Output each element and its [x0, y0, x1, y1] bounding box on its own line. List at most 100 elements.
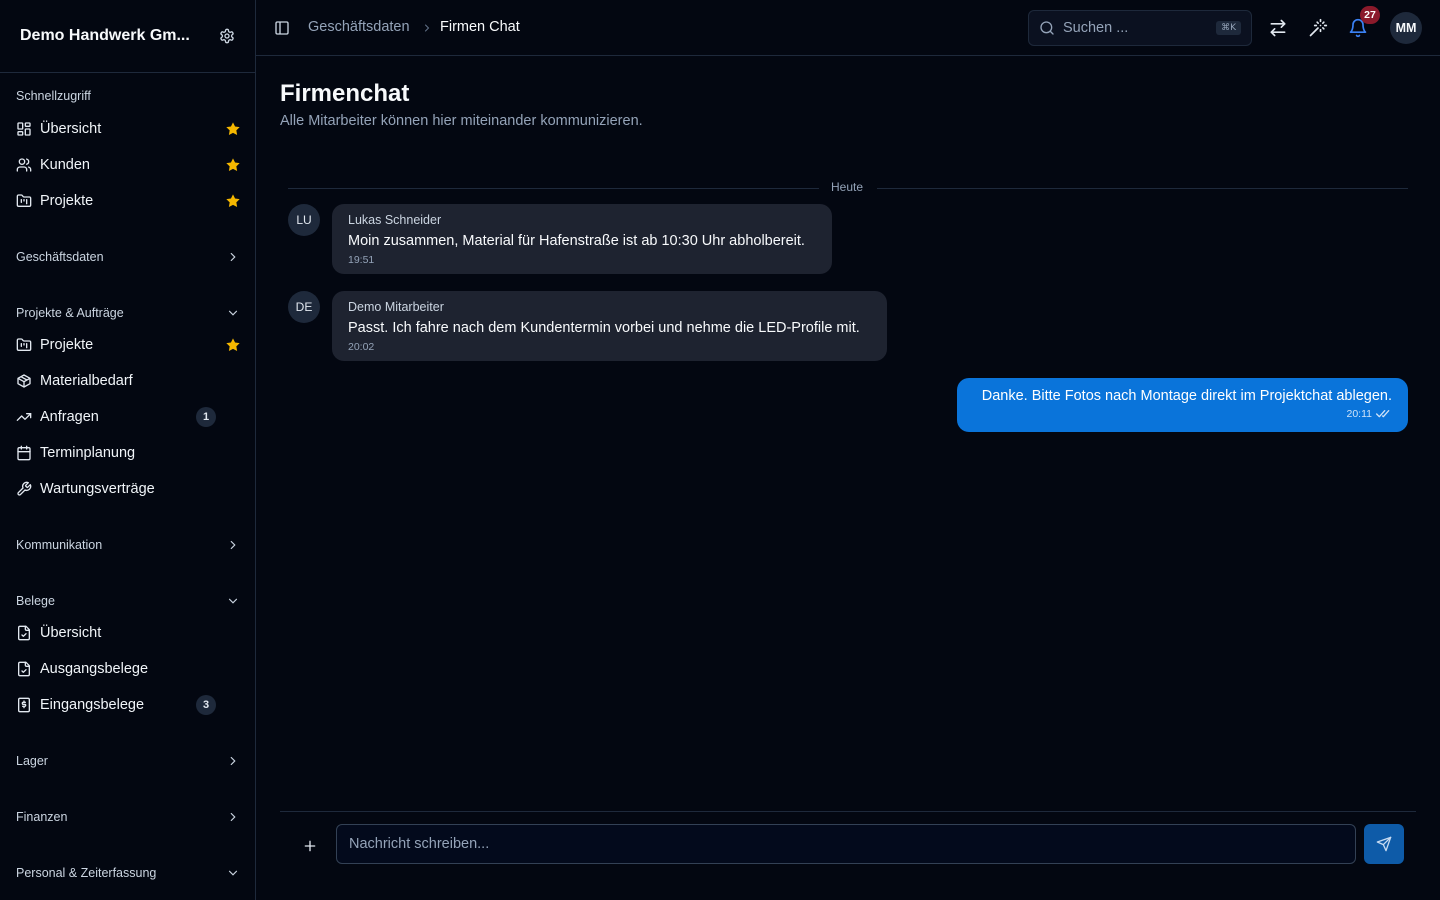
chevron-right-icon	[421, 22, 433, 34]
star-icon[interactable]	[225, 193, 241, 209]
group-projekte-auftraege[interactable]: Projekte & Aufträge	[16, 303, 240, 323]
star-icon[interactable]	[225, 337, 241, 353]
group-label: Belege	[16, 594, 55, 608]
settings-gear-icon[interactable]	[219, 28, 235, 44]
message-bubble: Lukas Schneider Moin zusammen, Material …	[332, 204, 832, 274]
message-text: Moin zusammen, Material für Hafenstraße …	[348, 233, 805, 249]
chevron-right-icon	[226, 538, 240, 552]
sidebar-item-label: Terminplanung	[40, 445, 136, 461]
sidebar-item-label: Eingangsbelege	[40, 697, 145, 713]
plus-icon[interactable]	[302, 838, 318, 854]
message-input[interactable]	[336, 824, 1356, 864]
sparkles-icon[interactable]	[1308, 18, 1328, 38]
search-placeholder: Suchen ...	[1063, 20, 1129, 36]
message-avatar: DE	[288, 291, 320, 323]
chevron-down-icon	[226, 866, 240, 880]
day-separator-label: Heute	[831, 180, 864, 194]
sidebar-item-label: Projekte	[40, 193, 94, 209]
count-badge: 1	[196, 407, 216, 427]
sidebar-item-materialbedarf[interactable]: Materialbedarf	[16, 367, 242, 395]
count-badge: 3	[196, 695, 216, 715]
sidebar-item-kunden[interactable]: Kunden	[16, 151, 242, 179]
chevron-down-icon	[226, 594, 240, 608]
sidebar-item-eingangsbelege[interactable]: Eingangsbelege 3	[16, 691, 242, 719]
message-author: Lukas Schneider	[348, 213, 442, 227]
company-name[interactable]: Demo Handwerk Gm...	[20, 27, 190, 45]
dashboard-icon	[16, 121, 32, 137]
message-text: Danke. Bitte Fotos nach Montage direkt i…	[981, 388, 1392, 404]
sidebar-item-projekte-quick[interactable]: Projekte	[16, 187, 242, 215]
receipt-dollar-icon	[16, 697, 32, 713]
group-personal-zeiterfassung[interactable]: Personal & Zeiterfassung	[16, 863, 240, 883]
message-avatar: LU	[288, 204, 320, 236]
divider	[288, 188, 819, 189]
group-lager[interactable]: Lager	[16, 751, 240, 771]
sidebar-header: Demo Handwerk Gm...	[0, 0, 255, 73]
breadcrumb-parent[interactable]: Geschäftsdaten	[308, 19, 410, 35]
message-meta: 20:11	[973, 408, 1392, 420]
file-check-icon	[16, 625, 32, 641]
sidebar-item-anfragen[interactable]: Anfragen 1	[16, 403, 242, 431]
message-bubble: Demo Mitarbeiter Passt. Ich fahre nach d…	[332, 291, 887, 361]
sidebar-item-label: Ausgangsbelege	[40, 661, 149, 677]
notification-badge: 27	[1360, 6, 1380, 24]
double-check-icon	[1376, 408, 1392, 420]
file-output-icon	[16, 661, 32, 677]
message-time: 20:11	[1346, 408, 1373, 420]
search-icon	[1039, 20, 1055, 36]
package-icon	[16, 373, 32, 389]
sidebar-item-terminplanung[interactable]: Terminplanung	[16, 439, 242, 467]
calendar-icon	[16, 445, 32, 461]
chevron-right-icon	[226, 250, 240, 264]
trending-up-icon	[16, 409, 32, 425]
sidebar-item-label: Übersicht	[40, 625, 102, 641]
message-time: 19:51	[348, 254, 375, 266]
search-shortcut: ⌘K	[1216, 21, 1241, 35]
sidebar-item-label: Wartungsverträge	[40, 481, 155, 497]
user-avatar[interactable]: MM	[1390, 12, 1422, 44]
sidebar-item-label: Übersicht	[40, 121, 102, 137]
group-belege[interactable]: Belege	[16, 591, 240, 611]
wrench-icon	[16, 481, 32, 497]
sidebar-item-wartungsvertraege[interactable]: Wartungsverträge	[16, 475, 242, 503]
users-icon	[16, 157, 32, 173]
group-kommunikation[interactable]: Kommunikation	[16, 535, 240, 555]
sidebar-item-uebersicht-quick[interactable]: Übersicht	[16, 115, 242, 143]
star-icon[interactable]	[225, 157, 241, 173]
sidebar-item-projekte[interactable]: Projekte	[16, 331, 242, 359]
group-geschaeftsdaten[interactable]: Geschäftsdaten	[16, 247, 240, 267]
group-label: Projekte & Aufträge	[16, 306, 124, 320]
chevron-right-icon	[226, 810, 240, 824]
group-label: Lager	[16, 754, 48, 768]
message-time: 20:02	[348, 341, 375, 353]
sidebar-item-label: Anfragen	[40, 409, 99, 425]
message-author: Demo Mitarbeiter	[348, 300, 444, 314]
search-box[interactable]: Suchen ... ⌘K	[1028, 10, 1252, 46]
divider	[877, 188, 1408, 189]
sidebar-item-belege-uebersicht[interactable]: Übersicht	[16, 619, 242, 647]
own-message-bubble: Danke. Bitte Fotos nach Montage direkt i…	[957, 378, 1408, 432]
sidebar-item-label: Materialbedarf	[40, 373, 133, 389]
group-label-schnellzugriff: Schnellzugriff	[16, 89, 91, 103]
sidebar-item-label: Projekte	[40, 337, 94, 353]
sidebar-toggle-icon[interactable]	[274, 20, 290, 36]
sidebar: Demo Handwerk Gm... Schnellzugriff Übers…	[0, 0, 256, 900]
send-icon	[1376, 836, 1392, 852]
folder-kanban-icon	[16, 193, 32, 209]
divider	[280, 811, 1416, 812]
switch-arrows-icon[interactable]	[1268, 18, 1288, 38]
send-button[interactable]	[1364, 824, 1404, 864]
chevron-right-icon	[226, 754, 240, 768]
breadcrumb-current: Firmen Chat	[440, 19, 520, 35]
group-label: Finanzen	[16, 810, 68, 824]
group-finanzen[interactable]: Finanzen	[16, 807, 240, 827]
sidebar-item-label: Kunden	[40, 157, 90, 173]
page-title: Firmenchat	[280, 80, 410, 107]
sidebar-item-ausgangsbelege[interactable]: Ausgangsbelege	[16, 655, 242, 683]
page-subtitle: Alle Mitarbeiter können hier miteinander…	[280, 113, 643, 129]
star-icon[interactable]	[225, 121, 241, 137]
group-label: Personal & Zeiterfassung	[16, 866, 157, 880]
group-label: Kommunikation	[16, 538, 103, 552]
message-text: Passt. Ich fahre nach dem Kundentermin v…	[348, 320, 860, 336]
topbar: Geschäftsdaten Firmen Chat Suchen ... ⌘K…	[256, 0, 1440, 56]
